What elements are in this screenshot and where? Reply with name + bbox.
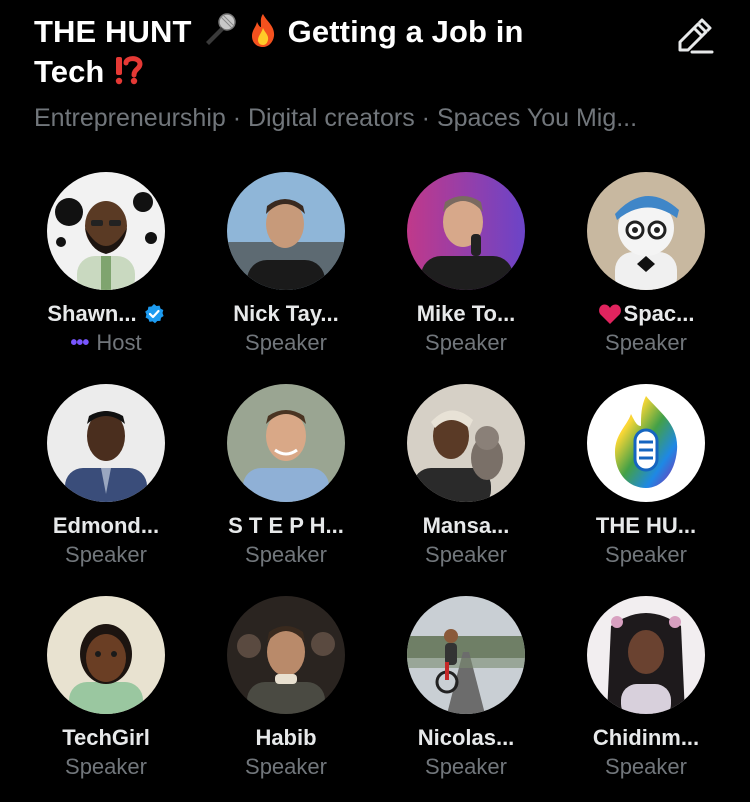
participant-role: Speaker	[245, 542, 327, 567]
participant-name: Spac...	[623, 301, 695, 326]
participant-row: Shawn... ••• Host Nick Tay... Speaker Mi…	[16, 172, 736, 384]
participant-card[interactable]: Nicolas... Speaker	[376, 596, 556, 802]
speaking-dots-icon: •••	[70, 332, 89, 354]
participant-role: Speaker	[245, 754, 327, 779]
title-text-2: Getting a Job in	[287, 14, 524, 49]
participant-card[interactable]: Mike To... Speaker	[376, 172, 556, 384]
avatar[interactable]	[227, 384, 345, 502]
fire-icon	[251, 14, 275, 47]
participant-card[interactable]: THE HU... Speaker	[556, 384, 736, 596]
participant-card[interactable]: TechGirl Speaker	[16, 596, 196, 802]
participant-name: Chidinm...	[592, 725, 700, 750]
participant-name: S T E P H...	[228, 513, 344, 538]
participant-card[interactable]: Spac... Speaker	[556, 172, 736, 384]
avatar[interactable]	[47, 596, 165, 714]
participant-card[interactable]: Nick Tay... Speaker	[196, 172, 376, 384]
avatar[interactable]	[47, 384, 165, 502]
participant-name: TechGirl	[62, 725, 150, 750]
participant-row: TechGirl Speaker Habib Speaker Nicolas..…	[16, 596, 736, 802]
avatar[interactable]	[407, 596, 525, 714]
participant-role: Speaker	[245, 330, 327, 355]
participant-name: Habib	[255, 725, 317, 750]
space-header: THE HUNT Getting a Job in Tech Entrepren…	[34, 12, 684, 133]
avatar[interactable]	[227, 172, 345, 290]
participant-name: Mansa...	[422, 513, 510, 538]
exclamation-question-icon	[115, 56, 143, 85]
participant-card[interactable]: Edmond... Speaker	[16, 384, 196, 596]
avatar[interactable]	[587, 172, 705, 290]
space-topics: Entrepreneurship · Digital creators · Sp…	[34, 104, 638, 132]
participant-card[interactable]: Chidinm... Speaker	[556, 596, 736, 802]
participant-role: Speaker	[425, 754, 507, 779]
title-text-3: Tech	[34, 54, 105, 89]
microphone-icon	[206, 13, 236, 45]
participant-row: Edmond... Speaker S T E P H... Speaker M…	[16, 384, 736, 596]
participant-name: Edmond...	[52, 513, 160, 538]
participant-card[interactable]: Mansa... Speaker	[376, 384, 556, 596]
participant-name: Shawn...	[47, 301, 137, 326]
participant-role: Speaker	[65, 542, 147, 567]
avatar[interactable]	[407, 384, 525, 502]
participant-role: Speaker	[425, 542, 507, 567]
space-title: THE HUNT Getting a Job in Tech	[34, 12, 684, 92]
participant-role: Speaker	[65, 754, 147, 779]
participant-card[interactable]: S T E P H... Speaker	[196, 384, 376, 596]
participant-role: Speaker	[605, 542, 687, 567]
avatar[interactable]	[587, 596, 705, 714]
verified-badge-icon	[144, 304, 164, 324]
participant-role: Speaker	[605, 330, 687, 355]
avatar[interactable]	[47, 172, 165, 290]
participant-grid: Shawn... ••• Host Nick Tay... Speaker Mi…	[16, 172, 736, 802]
heart-icon	[598, 304, 621, 324]
participant-role: Speaker	[605, 754, 687, 779]
participant-name: Mike To...	[416, 301, 516, 326]
pencil-edit-icon[interactable]	[672, 14, 716, 58]
participant-name: Nicolas...	[417, 725, 515, 750]
avatar[interactable]	[587, 384, 705, 502]
title-text-1: THE HUNT	[34, 14, 192, 49]
avatar[interactable]	[407, 172, 525, 290]
participant-role: Speaker	[425, 330, 507, 355]
participant-name: Nick Tay...	[233, 301, 339, 326]
avatar[interactable]	[227, 596, 345, 714]
participant-card[interactable]: Habib Speaker	[196, 596, 376, 802]
participant-name: THE HU...	[595, 513, 697, 538]
participant-card[interactable]: Shawn... ••• Host	[16, 172, 196, 384]
participant-role: Host	[96, 330, 142, 355]
